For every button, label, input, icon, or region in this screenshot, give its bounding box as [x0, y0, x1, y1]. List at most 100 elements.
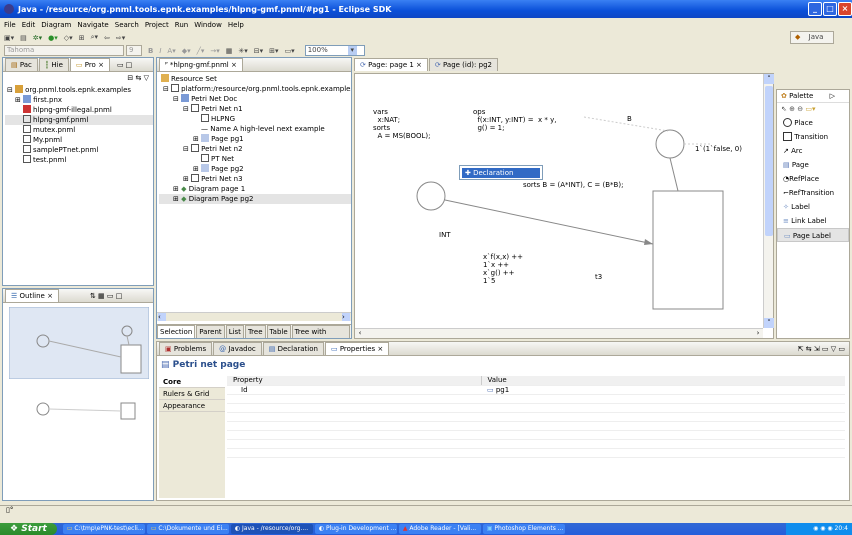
save-icon[interactable]: ▤ — [20, 34, 27, 42]
tab-parent[interactable]: Parent — [196, 325, 225, 338]
tree-item-page[interactable]: ⊞ Page pg1 — [159, 134, 351, 144]
scroll-thumb[interactable] — [765, 86, 773, 236]
taskbar-item[interactable]: ◐ Plug-in Development ... — [314, 524, 397, 534]
tab-properties[interactable]: ▭ Properties × — [324, 342, 390, 355]
diagram-horizontal-scrollbar[interactable]: ‹ › — [355, 328, 763, 338]
tree-item-net-type[interactable]: HLPNG — [159, 114, 351, 124]
debug-icon[interactable]: ✲▾ — [33, 34, 42, 42]
menu-file[interactable]: File — [4, 21, 16, 29]
column-header-value[interactable]: Value — [481, 376, 845, 386]
run-icon[interactable]: ●▾ — [48, 34, 58, 42]
tab-tree[interactable]: Tree — [244, 325, 266, 338]
scroll-left-icon[interactable]: ‹ — [355, 329, 365, 338]
initial-marking-label[interactable]: 1`(1`false, 0) — [695, 145, 742, 153]
vertical-scrollbar[interactable]: ˄ ˅ — [763, 74, 774, 328]
tree-item-net-type[interactable]: PT Net — [159, 154, 351, 164]
tab-rulers-grid[interactable]: Rulers & Grid — [159, 388, 225, 400]
tray-icons[interactable]: ◉ ◉ ◉ — [813, 525, 834, 532]
place-int[interactable] — [416, 181, 446, 211]
declaration-menu-item[interactable]: ✚ Declaration — [462, 168, 540, 178]
font-size-select[interactable]: 9 — [126, 45, 142, 56]
arc[interactable] — [669, 157, 679, 192]
tree-item-petri-net[interactable]: ⊞ Petri Net n3 — [159, 174, 351, 184]
palette-item-place[interactable]: Place — [777, 116, 849, 130]
transition-t3[interactable] — [652, 190, 724, 310]
palette-item-transition[interactable]: Transition — [777, 130, 849, 144]
place-b[interactable] — [655, 129, 685, 159]
minimize-button[interactable]: _ — [808, 2, 822, 16]
arc-inscription[interactable]: x`f(x,x) ++ 1`x ++ x`g() ++ 1`5 — [483, 253, 523, 285]
tree-item-file[interactable]: My.pnml — [5, 135, 153, 145]
close-button[interactable]: × — [838, 2, 852, 16]
tools-icon[interactable]: ◇▾ — [64, 34, 73, 42]
tab-page-1[interactable]: ⟳ Page: page 1 × — [354, 58, 428, 71]
menu-window[interactable]: Window — [194, 21, 222, 29]
scroll-left-icon[interactable]: ‹ — [158, 313, 166, 321]
font-color-icon[interactable]: A▾ — [167, 47, 175, 55]
menu-edit[interactable]: Edit — [22, 21, 36, 29]
tree-item-file[interactable]: test.pnml — [5, 155, 153, 165]
horizontal-scrollbar[interactable]: ‹ › — [157, 312, 351, 321]
properties-toolbar-icons[interactable]: ⇱ ⇆ ⇲ ▭ ▽ ▭ — [798, 345, 845, 353]
tree-item-file[interactable]: ⊞ first.pnx — [5, 95, 153, 105]
zoom-in-icon[interactable]: ⊕ — [789, 105, 795, 113]
property-value-cell[interactable]: ▭ pg1 — [481, 385, 845, 395]
palette-item-page-label[interactable]: ▭ Page Label — [777, 228, 849, 242]
tab-javadoc[interactable]: @ Javadoc — [213, 342, 262, 355]
fill-color-icon[interactable]: ◆▾ — [182, 47, 191, 55]
declaration-dropdown[interactable]: ✚ Declaration — [459, 165, 543, 180]
tab-tree-with-columns[interactable]: Tree with Columns — [291, 325, 350, 349]
menu-navigate[interactable]: Navigate — [77, 21, 108, 29]
tab-page-pg2[interactable]: ⟳ Page (id): pg2 — [428, 58, 498, 71]
menu-run[interactable]: Run — [175, 21, 188, 29]
arrange-icon[interactable]: ✳▾ — [238, 47, 247, 55]
collapse-all-icon[interactable]: ⊟ — [127, 74, 133, 82]
place-b-label[interactable]: B — [627, 115, 632, 123]
link-editor-icon[interactable]: ⇆ — [136, 74, 142, 82]
place-type-label[interactable]: INT — [439, 231, 451, 239]
tree-item-petri-net[interactable]: ⊟ Petri Net n2 — [159, 144, 351, 154]
tree-item-diagram[interactable]: ⊞ ◆ Diagram page 1 — [159, 184, 351, 194]
scroll-up-icon[interactable]: ˄ — [764, 74, 774, 84]
operators-declaration[interactable]: ops f(x:INT, y:INT) = x * y, g() = 1; — [473, 108, 556, 132]
view-menu-icon[interactable]: ▽ — [144, 74, 149, 82]
tree-item-resource[interactable]: ⊟ platform:/resource/org.pnml.tools.epnk… — [159, 84, 351, 94]
minimize-view-icon[interactable]: ▭ — [117, 61, 124, 69]
select-icon[interactable]: ⇖ — [781, 105, 787, 113]
tree-item-project[interactable]: ⊟ org.pnml.tools.epnk.examples — [5, 85, 153, 95]
line-color-icon[interactable]: ╱▾ — [197, 47, 205, 55]
taskbar-item[interactable]: ▣ Photoshop Elements ... — [482, 524, 565, 534]
font-select[interactable]: Tahoma — [4, 45, 124, 56]
tree-item-file[interactable]: hlpng-gmf-illegal.pnml — [5, 105, 153, 115]
tree-item-resource-set[interactable]: Resource Set — [159, 74, 351, 84]
zoom-out-icon[interactable]: ⊖ — [797, 105, 803, 113]
palette-item-arc[interactable]: ↗ Arc — [777, 144, 849, 158]
table-row[interactable]: Id ▭ pg1 — [227, 385, 845, 395]
tab-core[interactable]: Core — [159, 376, 225, 388]
maximize-view-icon[interactable]: □ — [126, 61, 133, 69]
line-style-icon[interactable]: ▭▾ — [285, 47, 295, 55]
tree-item-name[interactable]: — Name A high-level next example — [159, 124, 351, 134]
outline-toolbar-icon[interactable]: ⇅ ▦ ▭ □ — [90, 292, 122, 300]
column-header-property[interactable]: Property — [227, 376, 482, 386]
back-icon[interactable]: ⇦ — [104, 34, 110, 42]
palette-item-page[interactable]: ▤ Page — [777, 158, 849, 172]
tab-hlpng-gmf[interactable]: ᴾ *hlpng-gmf.pnml × — [159, 58, 243, 71]
zoom-select[interactable]: 100% ▾ — [304, 45, 365, 56]
variables-declaration[interactable]: vars x:NAT; sorts A = MS(BOOL); — [373, 108, 430, 140]
tab-table[interactable]: Table — [266, 325, 291, 338]
scroll-right-icon[interactable]: › — [342, 313, 350, 321]
build-icon[interactable]: ⊞ — [79, 34, 85, 42]
tree-item-file[interactable]: mutex.pnml — [5, 125, 153, 135]
taskbar-item-active[interactable]: ◐ Java - /resource/org.... — [230, 524, 313, 534]
tree-item-file-selected[interactable]: hlpng-gmf.pnml — [5, 115, 153, 125]
taskbar-item[interactable]: ▲ Adobe Reader - [Vali... — [398, 524, 481, 534]
palette-item-link-label[interactable]: ≡ Link Label — [777, 214, 849, 228]
menu-project[interactable]: Project — [145, 21, 169, 29]
distribute-icon[interactable]: ⊞▾ — [269, 47, 278, 55]
palette-item-label[interactable]: ✧ Label — [777, 200, 849, 214]
menu-help[interactable]: Help — [228, 21, 244, 29]
tree-item-diagram-selected[interactable]: ⊞ ◆ Diagram Page pg2 — [159, 194, 351, 204]
taskbar-item[interactable]: ▭ C:\Dokumente und Ei... — [146, 524, 229, 534]
search-icon[interactable]: ⌕▾ — [91, 33, 98, 42]
